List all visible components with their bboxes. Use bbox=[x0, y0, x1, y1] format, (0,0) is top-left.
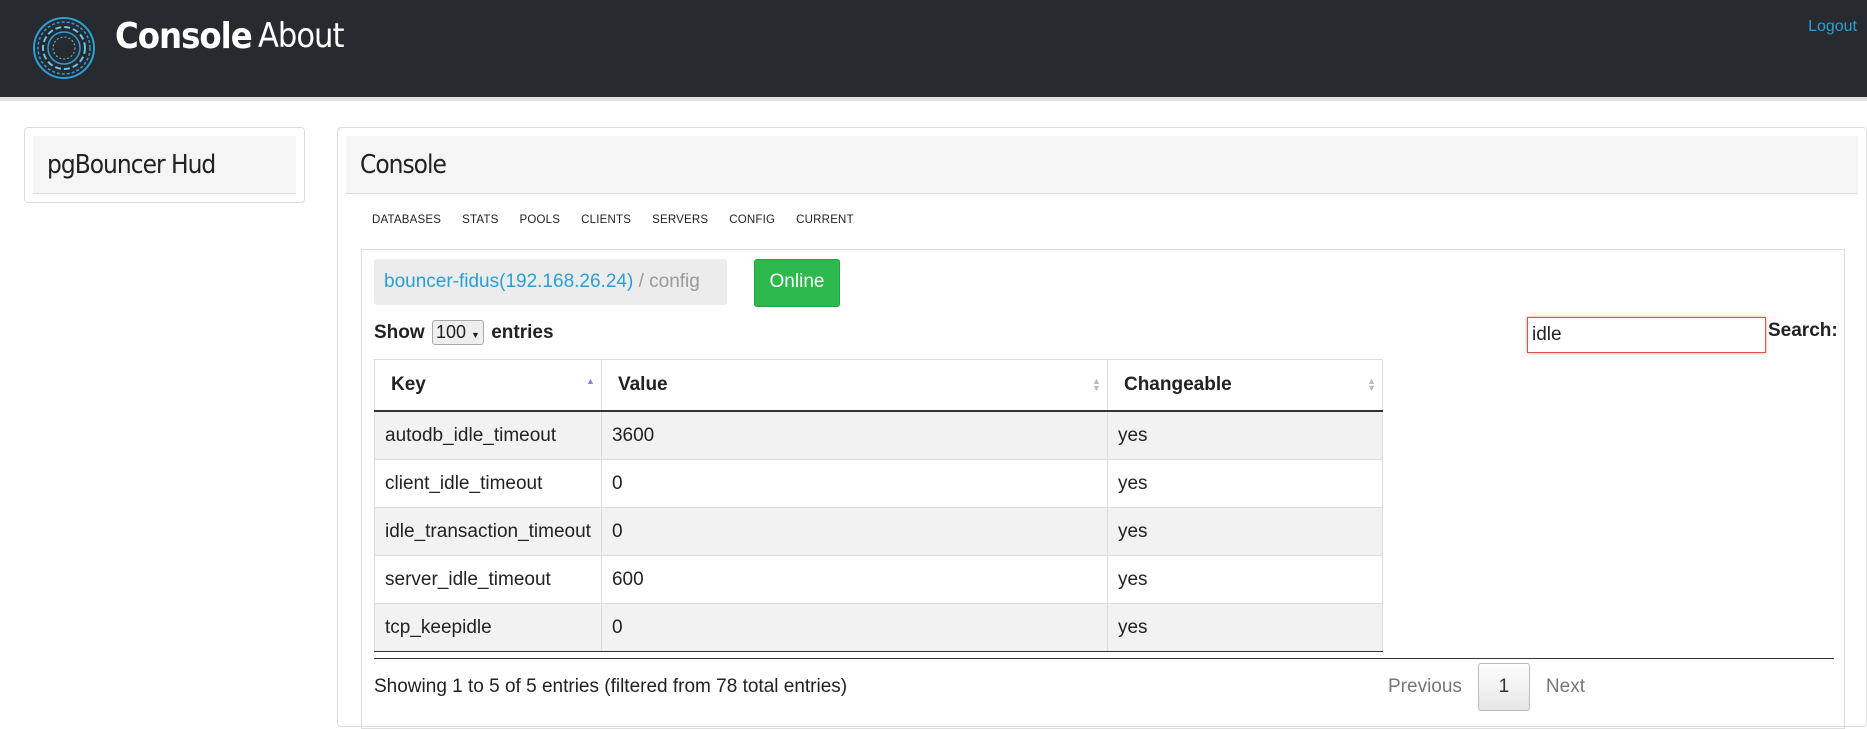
logo-icon[interactable] bbox=[32, 16, 96, 80]
column-header-value-label: Value bbox=[617, 374, 668, 395]
tab-config[interactable]: CONFIG bbox=[729, 214, 775, 226]
navbar: Console About Logout bbox=[0, 0, 1867, 101]
tab-stats[interactable]: STATS bbox=[462, 214, 498, 226]
brand-title[interactable]: Console bbox=[115, 16, 253, 57]
sort-both-icon: ▲ ▼ bbox=[1092, 376, 1101, 393]
main-panel: Console DATABASES STATS POOLS CLIENTS SE… bbox=[337, 127, 1867, 729]
cell-key: client_idle_timeout bbox=[374, 459, 602, 508]
sort-both-icon: ▲ ▼ bbox=[1367, 376, 1376, 393]
cell-value: 3600 bbox=[600, 410, 1108, 460]
cell-key: tcp_keepidle bbox=[374, 603, 602, 652]
table-row: server_idle_timeout 600 yes bbox=[374, 555, 1384, 604]
previous-page-button[interactable]: Previous bbox=[1372, 676, 1478, 698]
table-row: autodb_idle_timeout 3600 yes bbox=[374, 410, 1384, 460]
tab-clients[interactable]: CLIENTS bbox=[581, 214, 631, 226]
config-content: bouncer-fidus(192.168.26.24) / config On… bbox=[361, 249, 1845, 729]
show-label: Show bbox=[374, 322, 425, 343]
cell-changeable: yes bbox=[1106, 410, 1384, 460]
cell-changeable: yes bbox=[1106, 555, 1384, 604]
column-header-changeable-label: Changeable bbox=[1123, 374, 1232, 395]
logout-link[interactable]: Logout bbox=[1808, 18, 1857, 36]
cell-changeable: yes bbox=[1106, 459, 1384, 508]
cell-key: idle_transaction_timeout bbox=[374, 507, 602, 556]
page-1-button[interactable]: 1 bbox=[1477, 663, 1530, 711]
page-title: Console bbox=[346, 136, 1858, 194]
entries-select[interactable]: 100 ▼ bbox=[431, 320, 484, 345]
entries-label: entries bbox=[491, 322, 554, 343]
tab-databases[interactable]: DATABASES bbox=[372, 214, 441, 226]
breadcrumb: bouncer-fidus(192.168.26.24) / config bbox=[374, 259, 727, 305]
sidebar-title: pgBouncer Hud bbox=[33, 136, 296, 194]
cell-value: 600 bbox=[600, 555, 1108, 604]
show-entries-control: Show 100 ▼ entries bbox=[374, 320, 554, 345]
column-header-key[interactable]: Key ▲ bbox=[374, 359, 602, 412]
search-label: Search: bbox=[1768, 320, 1838, 341]
search-input[interactable] bbox=[1527, 317, 1766, 353]
pagination: Previous 1 Next bbox=[1372, 663, 1601, 711]
sidebar-panel: pgBouncer Hud bbox=[24, 127, 305, 203]
column-header-key-label: Key bbox=[391, 374, 426, 395]
table-row: idle_transaction_timeout 0 yes bbox=[374, 507, 1384, 556]
column-header-value[interactable]: Value ▲ ▼ bbox=[600, 359, 1108, 412]
cell-key: server_idle_timeout bbox=[374, 555, 602, 604]
table-row: client_idle_timeout 0 yes bbox=[374, 459, 1384, 508]
tab-servers[interactable]: SERVERS bbox=[652, 214, 708, 226]
next-page-button[interactable]: Next bbox=[1530, 676, 1601, 698]
config-table: Key ▲ Value ▲ ▼ Changeable ▲ ▼ autodb_idle… bbox=[374, 359, 1384, 652]
nav-about-link[interactable]: About bbox=[258, 16, 344, 56]
console-tabs: DATABASES STATS POOLS CLIENTS SERVERS CO… bbox=[372, 214, 875, 226]
tab-pools[interactable]: POOLS bbox=[519, 214, 560, 226]
cell-value: 0 bbox=[600, 507, 1108, 556]
online-status-button[interactable]: Online bbox=[754, 259, 840, 307]
cell-value: 0 bbox=[600, 603, 1108, 652]
table-header-row: Key ▲ Value ▲ ▼ Changeable ▲ ▼ bbox=[374, 359, 1384, 412]
table-bottom-divider bbox=[374, 658, 1834, 659]
cell-changeable: yes bbox=[1106, 603, 1384, 652]
breadcrumb-current: config bbox=[649, 271, 700, 292]
cell-key: autodb_idle_timeout bbox=[374, 410, 602, 460]
chevron-down-icon: ▼ bbox=[471, 330, 480, 340]
table-info: Showing 1 to 5 of 5 entries (filtered fr… bbox=[374, 676, 848, 697]
tab-current[interactable]: CURRENT bbox=[796, 214, 854, 226]
table-row: tcp_keepidle 0 yes bbox=[374, 603, 1384, 652]
cell-changeable: yes bbox=[1106, 507, 1384, 556]
cell-value: 0 bbox=[600, 459, 1108, 508]
entries-select-value: 100 bbox=[435, 322, 466, 342]
column-header-changeable[interactable]: Changeable ▲ ▼ bbox=[1106, 359, 1384, 412]
breadcrumb-separator: / bbox=[633, 271, 650, 292]
breadcrumb-server-link[interactable]: bouncer-fidus(192.168.26.24) bbox=[384, 271, 633, 292]
sort-asc-icon: ▲ bbox=[586, 376, 595, 386]
